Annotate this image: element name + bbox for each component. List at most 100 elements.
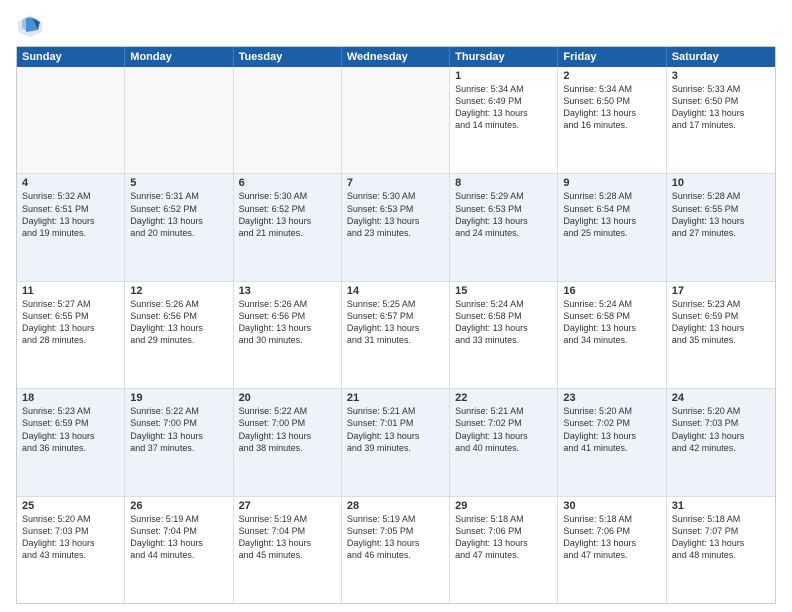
cell-text: Sunrise: 5:19 AM Sunset: 7:04 PM Dayligh… <box>130 513 227 562</box>
calendar-cell: 19Sunrise: 5:22 AM Sunset: 7:00 PM Dayli… <box>125 389 233 495</box>
day-number: 24 <box>672 392 770 404</box>
calendar-cell: 12Sunrise: 5:26 AM Sunset: 6:56 PM Dayli… <box>125 282 233 388</box>
day-number: 11 <box>22 285 119 297</box>
calendar-cell: 22Sunrise: 5:21 AM Sunset: 7:02 PM Dayli… <box>450 389 558 495</box>
calendar-cell: 5Sunrise: 5:31 AM Sunset: 6:52 PM Daylig… <box>125 174 233 280</box>
cell-text: Sunrise: 5:20 AM Sunset: 7:03 PM Dayligh… <box>672 405 770 454</box>
day-number: 3 <box>672 70 770 82</box>
calendar-cell: 15Sunrise: 5:24 AM Sunset: 6:58 PM Dayli… <box>450 282 558 388</box>
header-day: Friday <box>558 47 666 67</box>
day-number: 16 <box>563 285 660 297</box>
day-number: 6 <box>239 177 336 189</box>
calendar-cell: 29Sunrise: 5:18 AM Sunset: 7:06 PM Dayli… <box>450 497 558 603</box>
cell-text: Sunrise: 5:33 AM Sunset: 6:50 PM Dayligh… <box>672 83 770 132</box>
calendar-cell: 26Sunrise: 5:19 AM Sunset: 7:04 PM Dayli… <box>125 497 233 603</box>
cell-text: Sunrise: 5:34 AM Sunset: 6:49 PM Dayligh… <box>455 83 552 132</box>
calendar-cell: 2Sunrise: 5:34 AM Sunset: 6:50 PM Daylig… <box>558 67 666 173</box>
cell-text: Sunrise: 5:24 AM Sunset: 6:58 PM Dayligh… <box>563 298 660 347</box>
day-number: 14 <box>347 285 444 297</box>
day-number: 13 <box>239 285 336 297</box>
header-day: Thursday <box>450 47 558 67</box>
calendar-row: 1Sunrise: 5:34 AM Sunset: 6:49 PM Daylig… <box>17 67 775 173</box>
cell-text: Sunrise: 5:26 AM Sunset: 6:56 PM Dayligh… <box>130 298 227 347</box>
day-number: 20 <box>239 392 336 404</box>
calendar-cell: 18Sunrise: 5:23 AM Sunset: 6:59 PM Dayli… <box>17 389 125 495</box>
calendar-row: 11Sunrise: 5:27 AM Sunset: 6:55 PM Dayli… <box>17 281 775 388</box>
calendar-cell: 30Sunrise: 5:18 AM Sunset: 7:06 PM Dayli… <box>558 497 666 603</box>
cell-text: Sunrise: 5:19 AM Sunset: 7:05 PM Dayligh… <box>347 513 444 562</box>
calendar-cell: 28Sunrise: 5:19 AM Sunset: 7:05 PM Dayli… <box>342 497 450 603</box>
calendar-row: 25Sunrise: 5:20 AM Sunset: 7:03 PM Dayli… <box>17 496 775 603</box>
calendar-cell: 10Sunrise: 5:28 AM Sunset: 6:55 PM Dayli… <box>667 174 775 280</box>
cell-text: Sunrise: 5:19 AM Sunset: 7:04 PM Dayligh… <box>239 513 336 562</box>
calendar-cell: 20Sunrise: 5:22 AM Sunset: 7:00 PM Dayli… <box>234 389 342 495</box>
day-number: 25 <box>22 500 119 512</box>
cell-text: Sunrise: 5:18 AM Sunset: 7:07 PM Dayligh… <box>672 513 770 562</box>
header-day: Monday <box>125 47 233 67</box>
cell-text: Sunrise: 5:30 AM Sunset: 6:52 PM Dayligh… <box>239 190 336 239</box>
day-number: 9 <box>563 177 660 189</box>
calendar-cell: 4Sunrise: 5:32 AM Sunset: 6:51 PM Daylig… <box>17 174 125 280</box>
calendar-cell: 31Sunrise: 5:18 AM Sunset: 7:07 PM Dayli… <box>667 497 775 603</box>
day-number: 18 <box>22 392 119 404</box>
cell-text: Sunrise: 5:21 AM Sunset: 7:02 PM Dayligh… <box>455 405 552 454</box>
cell-text: Sunrise: 5:32 AM Sunset: 6:51 PM Dayligh… <box>22 190 119 239</box>
day-number: 28 <box>347 500 444 512</box>
calendar-cell: 7Sunrise: 5:30 AM Sunset: 6:53 PM Daylig… <box>342 174 450 280</box>
calendar-cell: 1Sunrise: 5:34 AM Sunset: 6:49 PM Daylig… <box>450 67 558 173</box>
calendar-cell: 16Sunrise: 5:24 AM Sunset: 6:58 PM Dayli… <box>558 282 666 388</box>
logo-icon <box>16 12 44 40</box>
cell-text: Sunrise: 5:28 AM Sunset: 6:54 PM Dayligh… <box>563 190 660 239</box>
cell-text: Sunrise: 5:21 AM Sunset: 7:01 PM Dayligh… <box>347 405 444 454</box>
calendar-body: 1Sunrise: 5:34 AM Sunset: 6:49 PM Daylig… <box>17 67 775 603</box>
cell-text: Sunrise: 5:20 AM Sunset: 7:02 PM Dayligh… <box>563 405 660 454</box>
calendar-header: SundayMondayTuesdayWednesdayThursdayFrid… <box>17 47 775 67</box>
cell-text: Sunrise: 5:23 AM Sunset: 6:59 PM Dayligh… <box>672 298 770 347</box>
calendar-cell: 13Sunrise: 5:26 AM Sunset: 6:56 PM Dayli… <box>234 282 342 388</box>
day-number: 21 <box>347 392 444 404</box>
calendar-cell: 17Sunrise: 5:23 AM Sunset: 6:59 PM Dayli… <box>667 282 775 388</box>
day-number: 8 <box>455 177 552 189</box>
cell-text: Sunrise: 5:18 AM Sunset: 7:06 PM Dayligh… <box>563 513 660 562</box>
calendar-cell: 6Sunrise: 5:30 AM Sunset: 6:52 PM Daylig… <box>234 174 342 280</box>
day-number: 5 <box>130 177 227 189</box>
calendar-cell: 9Sunrise: 5:28 AM Sunset: 6:54 PM Daylig… <box>558 174 666 280</box>
cell-text: Sunrise: 5:20 AM Sunset: 7:03 PM Dayligh… <box>22 513 119 562</box>
page: SundayMondayTuesdayWednesdayThursdayFrid… <box>0 0 792 612</box>
day-number: 4 <box>22 177 119 189</box>
calendar-cell <box>342 67 450 173</box>
day-number: 7 <box>347 177 444 189</box>
day-number: 12 <box>130 285 227 297</box>
calendar-cell: 14Sunrise: 5:25 AM Sunset: 6:57 PM Dayli… <box>342 282 450 388</box>
calendar-cell: 11Sunrise: 5:27 AM Sunset: 6:55 PM Dayli… <box>17 282 125 388</box>
cell-text: Sunrise: 5:22 AM Sunset: 7:00 PM Dayligh… <box>130 405 227 454</box>
cell-text: Sunrise: 5:25 AM Sunset: 6:57 PM Dayligh… <box>347 298 444 347</box>
day-number: 1 <box>455 70 552 82</box>
cell-text: Sunrise: 5:30 AM Sunset: 6:53 PM Dayligh… <box>347 190 444 239</box>
header-day: Sunday <box>17 47 125 67</box>
calendar-cell: 24Sunrise: 5:20 AM Sunset: 7:03 PM Dayli… <box>667 389 775 495</box>
cell-text: Sunrise: 5:23 AM Sunset: 6:59 PM Dayligh… <box>22 405 119 454</box>
calendar-cell <box>234 67 342 173</box>
calendar-cell: 8Sunrise: 5:29 AM Sunset: 6:53 PM Daylig… <box>450 174 558 280</box>
calendar-cell: 27Sunrise: 5:19 AM Sunset: 7:04 PM Dayli… <box>234 497 342 603</box>
calendar-row: 18Sunrise: 5:23 AM Sunset: 6:59 PM Dayli… <box>17 388 775 495</box>
cell-text: Sunrise: 5:34 AM Sunset: 6:50 PM Dayligh… <box>563 83 660 132</box>
logo <box>16 12 48 40</box>
cell-text: Sunrise: 5:27 AM Sunset: 6:55 PM Dayligh… <box>22 298 119 347</box>
calendar-row: 4Sunrise: 5:32 AM Sunset: 6:51 PM Daylig… <box>17 173 775 280</box>
calendar-cell <box>17 67 125 173</box>
day-number: 23 <box>563 392 660 404</box>
cell-text: Sunrise: 5:29 AM Sunset: 6:53 PM Dayligh… <box>455 190 552 239</box>
calendar-cell: 25Sunrise: 5:20 AM Sunset: 7:03 PM Dayli… <box>17 497 125 603</box>
day-number: 29 <box>455 500 552 512</box>
day-number: 30 <box>563 500 660 512</box>
day-number: 10 <box>672 177 770 189</box>
day-number: 27 <box>239 500 336 512</box>
calendar-cell: 3Sunrise: 5:33 AM Sunset: 6:50 PM Daylig… <box>667 67 775 173</box>
cell-text: Sunrise: 5:18 AM Sunset: 7:06 PM Dayligh… <box>455 513 552 562</box>
day-number: 22 <box>455 392 552 404</box>
header-day: Saturday <box>667 47 775 67</box>
header-day: Tuesday <box>234 47 342 67</box>
cell-text: Sunrise: 5:28 AM Sunset: 6:55 PM Dayligh… <box>672 190 770 239</box>
